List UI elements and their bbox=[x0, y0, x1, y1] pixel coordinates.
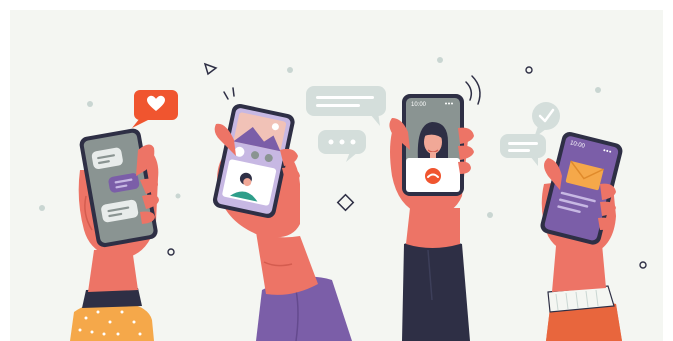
dot bbox=[487, 212, 493, 218]
dot bbox=[595, 87, 601, 93]
dot bbox=[175, 193, 181, 199]
dot bbox=[87, 101, 93, 107]
hand-with-email-phone: 10:00 bbox=[540, 132, 623, 341]
phone-hangup-icon bbox=[425, 168, 441, 184]
status-dots-icon bbox=[445, 102, 453, 105]
dot bbox=[39, 205, 45, 211]
dot bbox=[287, 67, 293, 73]
status-time: 10:00 bbox=[411, 102, 427, 108]
social-media-illustration: 10:00 10:00 bbox=[0, 0, 673, 341]
sleeve bbox=[402, 239, 470, 341]
dot bbox=[437, 57, 443, 63]
